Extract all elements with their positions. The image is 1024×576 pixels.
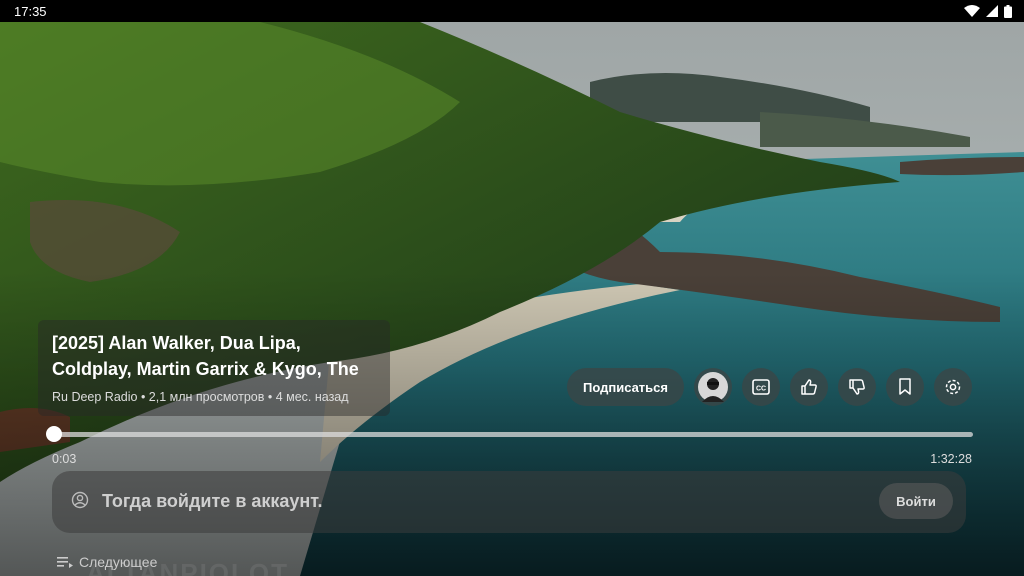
thumb-down-icon: [849, 379, 865, 395]
save-button[interactable]: [886, 368, 924, 406]
status-bar: 17:35: [0, 0, 1024, 22]
svg-text:CC: CC: [756, 386, 766, 393]
queue-icon: [57, 557, 73, 568]
thumb-up-icon: [801, 379, 817, 395]
account-icon: [71, 491, 89, 509]
signin-prompt-text: Тогда войдите в аккаунт.: [102, 491, 323, 511]
login-button[interactable]: Войти: [879, 483, 953, 519]
gear-icon: [945, 379, 961, 395]
settings-button[interactable]: [934, 368, 972, 406]
bookmark-icon: [899, 378, 911, 395]
video-info-card: [2025] Alan Walker, Dua Lipa, Coldplay, …: [38, 320, 390, 416]
subscribe-button[interactable]: Подписаться: [567, 368, 684, 406]
like-button[interactable]: [790, 368, 828, 406]
progress-bar[interactable]: [46, 426, 973, 442]
signin-prompt-bar: Тогда войдите в аккаунт. Войти: [52, 471, 966, 533]
status-icons: [964, 4, 1012, 18]
cc-icon: CC: [752, 379, 770, 395]
video-meta: Ru Deep Radio • 2,1 млн просмотров • 4 м…: [52, 390, 349, 404]
wifi-icon: [964, 5, 980, 17]
battery-icon: [1004, 4, 1012, 18]
status-time: 17:35: [14, 3, 47, 19]
video-title-line-1: [2025] Alan Walker, Dua Lipa,: [52, 333, 301, 353]
current-time: 0:03: [52, 452, 77, 466]
duration: 1:32:28: [930, 452, 972, 466]
channel-avatar[interactable]: [694, 368, 732, 406]
next-label: Следующее: [79, 554, 158, 570]
dislike-button[interactable]: [838, 368, 876, 406]
captions-button[interactable]: CC: [742, 368, 780, 406]
avatar: [698, 372, 728, 402]
next-section[interactable]: Следующее: [57, 554, 157, 570]
video-title-line-2: Coldplay, Martin Garrix & Kygo, The: [52, 359, 359, 379]
signal-icon: [986, 5, 998, 17]
